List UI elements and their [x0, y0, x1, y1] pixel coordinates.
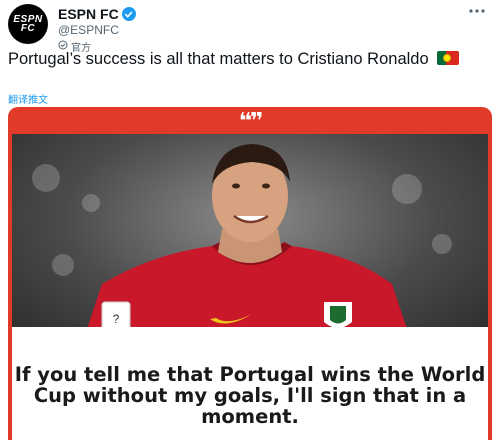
ellipsis-icon[interactable] [468, 4, 486, 16]
account-name-block: ESPN FC @ESPNFC 官方 [58, 6, 136, 54]
account-avatar[interactable]: ESPN FC [8, 4, 48, 44]
tweet-text: Portugal’s success is all that matters t… [8, 50, 492, 69]
avatar-logo-text: ESPN FC [13, 14, 43, 34]
display-name[interactable]: ESPN FC [58, 6, 119, 22]
display-name-row: ESPN FC [58, 6, 136, 22]
player-photo: ? [12, 134, 488, 344]
translate-tweet-link[interactable]: 翻译推文 [8, 91, 48, 106]
svg-text:?: ? [113, 312, 120, 326]
verified-badge-icon [121, 7, 136, 21]
quote-text: If you tell me that Portugal wins the Wo… [14, 363, 486, 428]
tweet-media-card[interactable]: ❛❛❜❜ ? If you tell me that Portugal wins… [8, 107, 492, 440]
tweet-body: Portugal’s success is all that matters t… [8, 50, 429, 68]
account-handle[interactable]: @ESPNFC [58, 23, 136, 37]
player-figure: ? [82, 144, 412, 344]
quote-mark-icon: ❛❛❜❜ [238, 108, 264, 133]
tweet-header: ESPN FC ESPN FC @ESPNFC 官方 [8, 4, 492, 54]
portugal-flag-icon [437, 51, 460, 65]
